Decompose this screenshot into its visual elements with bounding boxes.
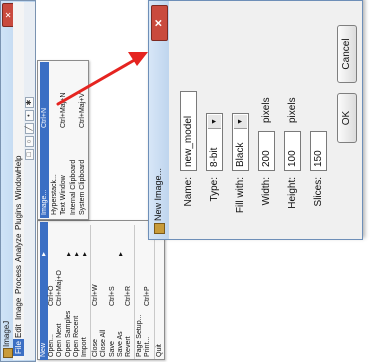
width-label: Width: [261,177,272,206]
wand-tool-icon[interactable]: ✱ [25,97,34,108]
menu-item-label: Image... [41,189,48,215]
dialog-title: New Image... [153,167,163,221]
menu-item-label: Save As [116,331,124,357]
oval-tool-icon[interactable]: ○ [25,136,34,147]
menu-item-open[interactable]: Open... Ctrl+O [48,222,56,360]
menu-item-text-window[interactable]: Text Window Ctrl+Maj+N [59,62,68,218]
window-title: ImageJ [2,320,11,347]
ok-button[interactable]: OK [337,93,357,143]
menu-item-import[interactable]: Import ▶ [81,222,89,360]
menu-item-label: System Clipboard [79,159,86,215]
rectangle-tool-icon[interactable]: □ [25,149,34,160]
slices-field[interactable]: 150 [310,131,327,171]
menu-item-shortcut: Ctrl+P [144,286,152,306]
menu-item-label: Quit [155,344,163,357]
cancel-button[interactable]: Cancel [337,25,357,83]
menu-item-label: Import [81,337,88,357]
menu-item-label: Hyperstack... [50,174,58,215]
menu-item-label: Open Recent [72,315,80,357]
submenu-arrow-icon: ▶ [82,252,88,256]
menu-item-shortcut: Ctrl+Maj+O [56,270,64,306]
menu-item-quit[interactable]: Quit [156,222,164,360]
menu-plugins[interactable]: Plugins [13,202,24,232]
submenu-arrow-icon: ▶ [117,252,124,256]
dialog-titlebar: New Image... ✕ [149,1,169,239]
menu-item-hyperstack[interactable]: Hyperstack... [50,62,59,218]
menu-item-system-clipboard[interactable]: System Clipboard Ctrl+Maj+V [78,62,87,218]
close-icon[interactable]: ✕ [151,5,168,41]
chevron-down-icon: ▼ [234,115,247,129]
menu-item-label: Print... [144,336,152,357]
menu-item-open-recent[interactable]: Open Recent ▶ [73,222,81,360]
type-select[interactable]: 8-bit ▼ [206,113,223,171]
menu-item-page-setup[interactable]: Page Setup... [136,222,144,360]
fill-label: Fill with: [235,177,246,214]
menu-item-image[interactable]: Image... Ctrl+N [40,62,49,218]
menu-item-close-all[interactable]: Close All [100,222,108,360]
menu-item-open-samples[interactable]: Open Samples ▶ [65,222,73,360]
menu-item-print[interactable]: Print... Ctrl+P [144,222,152,360]
menu-item-new[interactable]: New ▶ [40,222,48,360]
height-label: Height: [287,177,298,209]
menu-item-close[interactable]: Close Ctrl+W [92,222,100,360]
fill-value: Black [235,142,246,167]
menu-item-label: Open Samples [64,310,72,357]
menu-item-save[interactable]: Save Ctrl+S [109,222,117,360]
file-menu: New ▶ Open... Ctrl+O Open Next Ctrl+Maj+O Open… [37,220,165,360]
menu-item-shortcut: Ctrl+N [41,107,48,128]
type-label: Type: [209,177,220,202]
type-value: 8-bit [209,147,220,167]
submenu-arrow-icon: ▶ [65,252,72,256]
menu-item-label: Close [92,339,100,357]
width-field[interactable]: 200 [258,131,275,171]
name-label: Name: [183,177,194,207]
menu-item-label: Close All [100,329,108,357]
menu-process[interactable]: Process [13,263,24,296]
menu-item-internal-clipboard[interactable]: Internal Clipboard [69,62,78,218]
new-submenu: Image... Ctrl+N Hyperstack... Text Window Ct… [37,60,89,220]
menu-file[interactable]: File [13,339,24,356]
width-unit: pixels [261,97,272,123]
imagej-window: ImageJ ✕ File Edit Image Process Analyze Plug… [0,0,36,362]
menu-item-shortcut: Ctrl+Maj+V [79,92,86,128]
imagej-app-icon [154,223,165,234]
menu-item-save-as[interactable]: Save As ▶ [117,222,125,360]
menu-item-label: Open... [48,334,56,357]
menu-help[interactable]: Help [13,154,24,174]
height-field[interactable]: 100 [284,131,301,171]
menu-item-shortcut: Ctrl+Maj+N [60,92,67,128]
menu-item-label: Open Next [56,323,64,357]
submenu-arrow-icon: ▶ [41,252,47,256]
menu-item-label: Internal Clipboard [69,159,77,215]
height-unit: pixels [287,97,298,123]
point-tool-icon[interactable]: • [25,110,34,121]
fill-select[interactable]: Black ▼ [232,113,249,171]
imagej-app-icon [3,348,13,358]
menu-item-shortcut: Ctrl+R [125,285,132,306]
submenu-arrow-icon: ▶ [73,252,80,256]
menu-item-shortcut: Ctrl+S [108,286,116,306]
menu-item-label: New [40,342,47,357]
menu-image[interactable]: Image [13,296,24,322]
chevron-down-icon: ▼ [208,115,221,129]
menu-item-label: Text Window [60,175,67,215]
menu-window[interactable]: Window [13,170,24,202]
tool-bar: □ ○ ╱ • ✱ [24,2,35,360]
name-field[interactable]: new_model [180,91,197,171]
menu-item-shortcut: Ctrl+O [48,285,56,306]
menu-item-open-next[interactable]: Open Next Ctrl+Maj+O [56,222,64,360]
menu-analyze[interactable]: Analyze [13,232,24,264]
line-tool-icon[interactable]: ╱ [25,123,34,134]
slices-label: Slices: [313,177,324,207]
menu-item-label: Save [108,341,116,357]
menu-item-revert[interactable]: Revert Ctrl+R [125,222,133,360]
menu-item-shortcut: Ctrl+W [92,284,100,306]
menu-edit[interactable]: Edit [13,322,24,340]
menu-item-label: Revert [125,336,132,357]
new-image-dialog: New Image... ✕ Name: new_model Type: 8-b… [148,0,363,240]
menu-separator [153,225,155,359]
menu-item-label: Page Setup... [136,314,144,357]
